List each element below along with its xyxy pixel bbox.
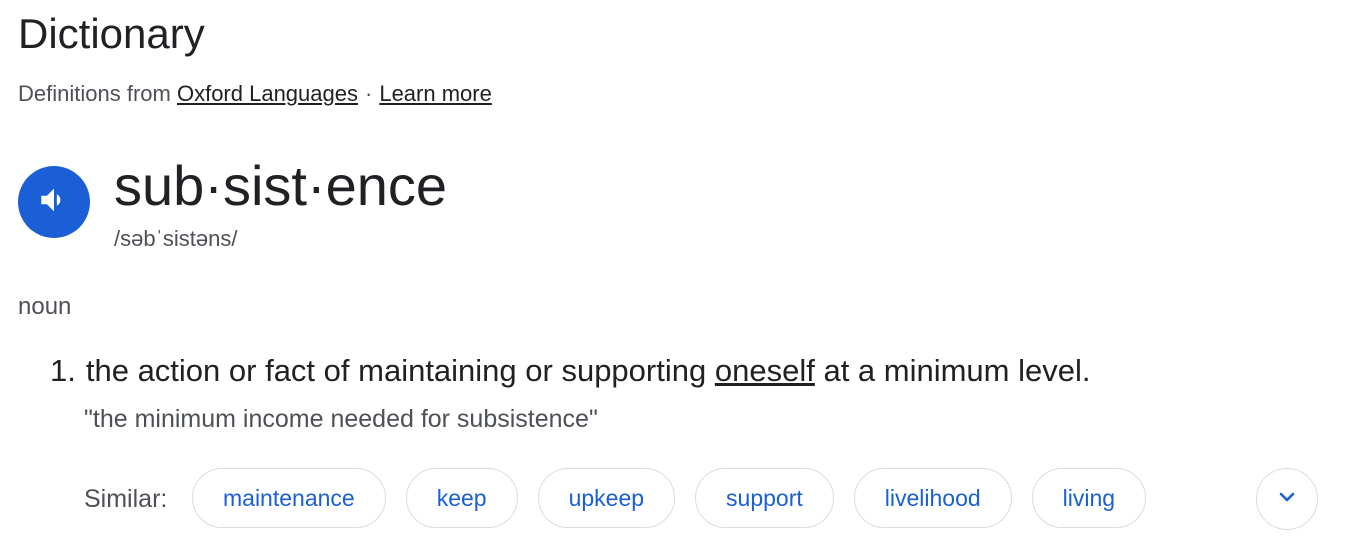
definition: 1. the action or fact of maintaining or s… [50, 350, 1090, 392]
expand-similar-button[interactable] [1256, 468, 1318, 530]
phonetic-transcription: /səbˈsistəns/ [114, 226, 238, 251]
dictionary-title: Dictionary [18, 10, 205, 57]
chevron-down-icon [1275, 485, 1299, 514]
similar-chip-support[interactable]: support [695, 468, 834, 528]
definition-number: 1. [50, 353, 76, 388]
headword: sub·sist·ence [114, 154, 448, 217]
similar-label: Similar: [84, 485, 168, 513]
similar-chip-upkeep[interactable]: upkeep [537, 468, 676, 528]
definition-text-after: at a minimum level. [823, 353, 1091, 388]
definition-text-before: the action or fact of maintaining or sup… [85, 353, 707, 388]
source-prefix: Definitions from [18, 81, 171, 106]
similar-chips: maintenance keep upkeep support liveliho… [192, 468, 1147, 528]
similar-chip-living[interactable]: living [1031, 468, 1147, 528]
similar-chip-maintenance[interactable]: maintenance [192, 468, 386, 528]
similar-chip-livelihood[interactable]: livelihood [853, 468, 1012, 528]
oxford-languages-link[interactable]: Oxford Languages [177, 81, 358, 106]
separator-dot: · [365, 81, 373, 106]
volume-icon [37, 183, 71, 222]
definition-example: "the minimum income needed for subsisten… [84, 405, 598, 433]
pronunciation-button[interactable] [18, 166, 90, 238]
oneself-link[interactable]: oneself [715, 353, 815, 388]
learn-more-link[interactable]: Learn more [379, 81, 492, 106]
source-line: Definitions from Oxford Languages · Learn … [18, 78, 492, 110]
similar-chip-keep[interactable]: keep [405, 468, 518, 528]
part-of-speech: noun [18, 293, 72, 320]
